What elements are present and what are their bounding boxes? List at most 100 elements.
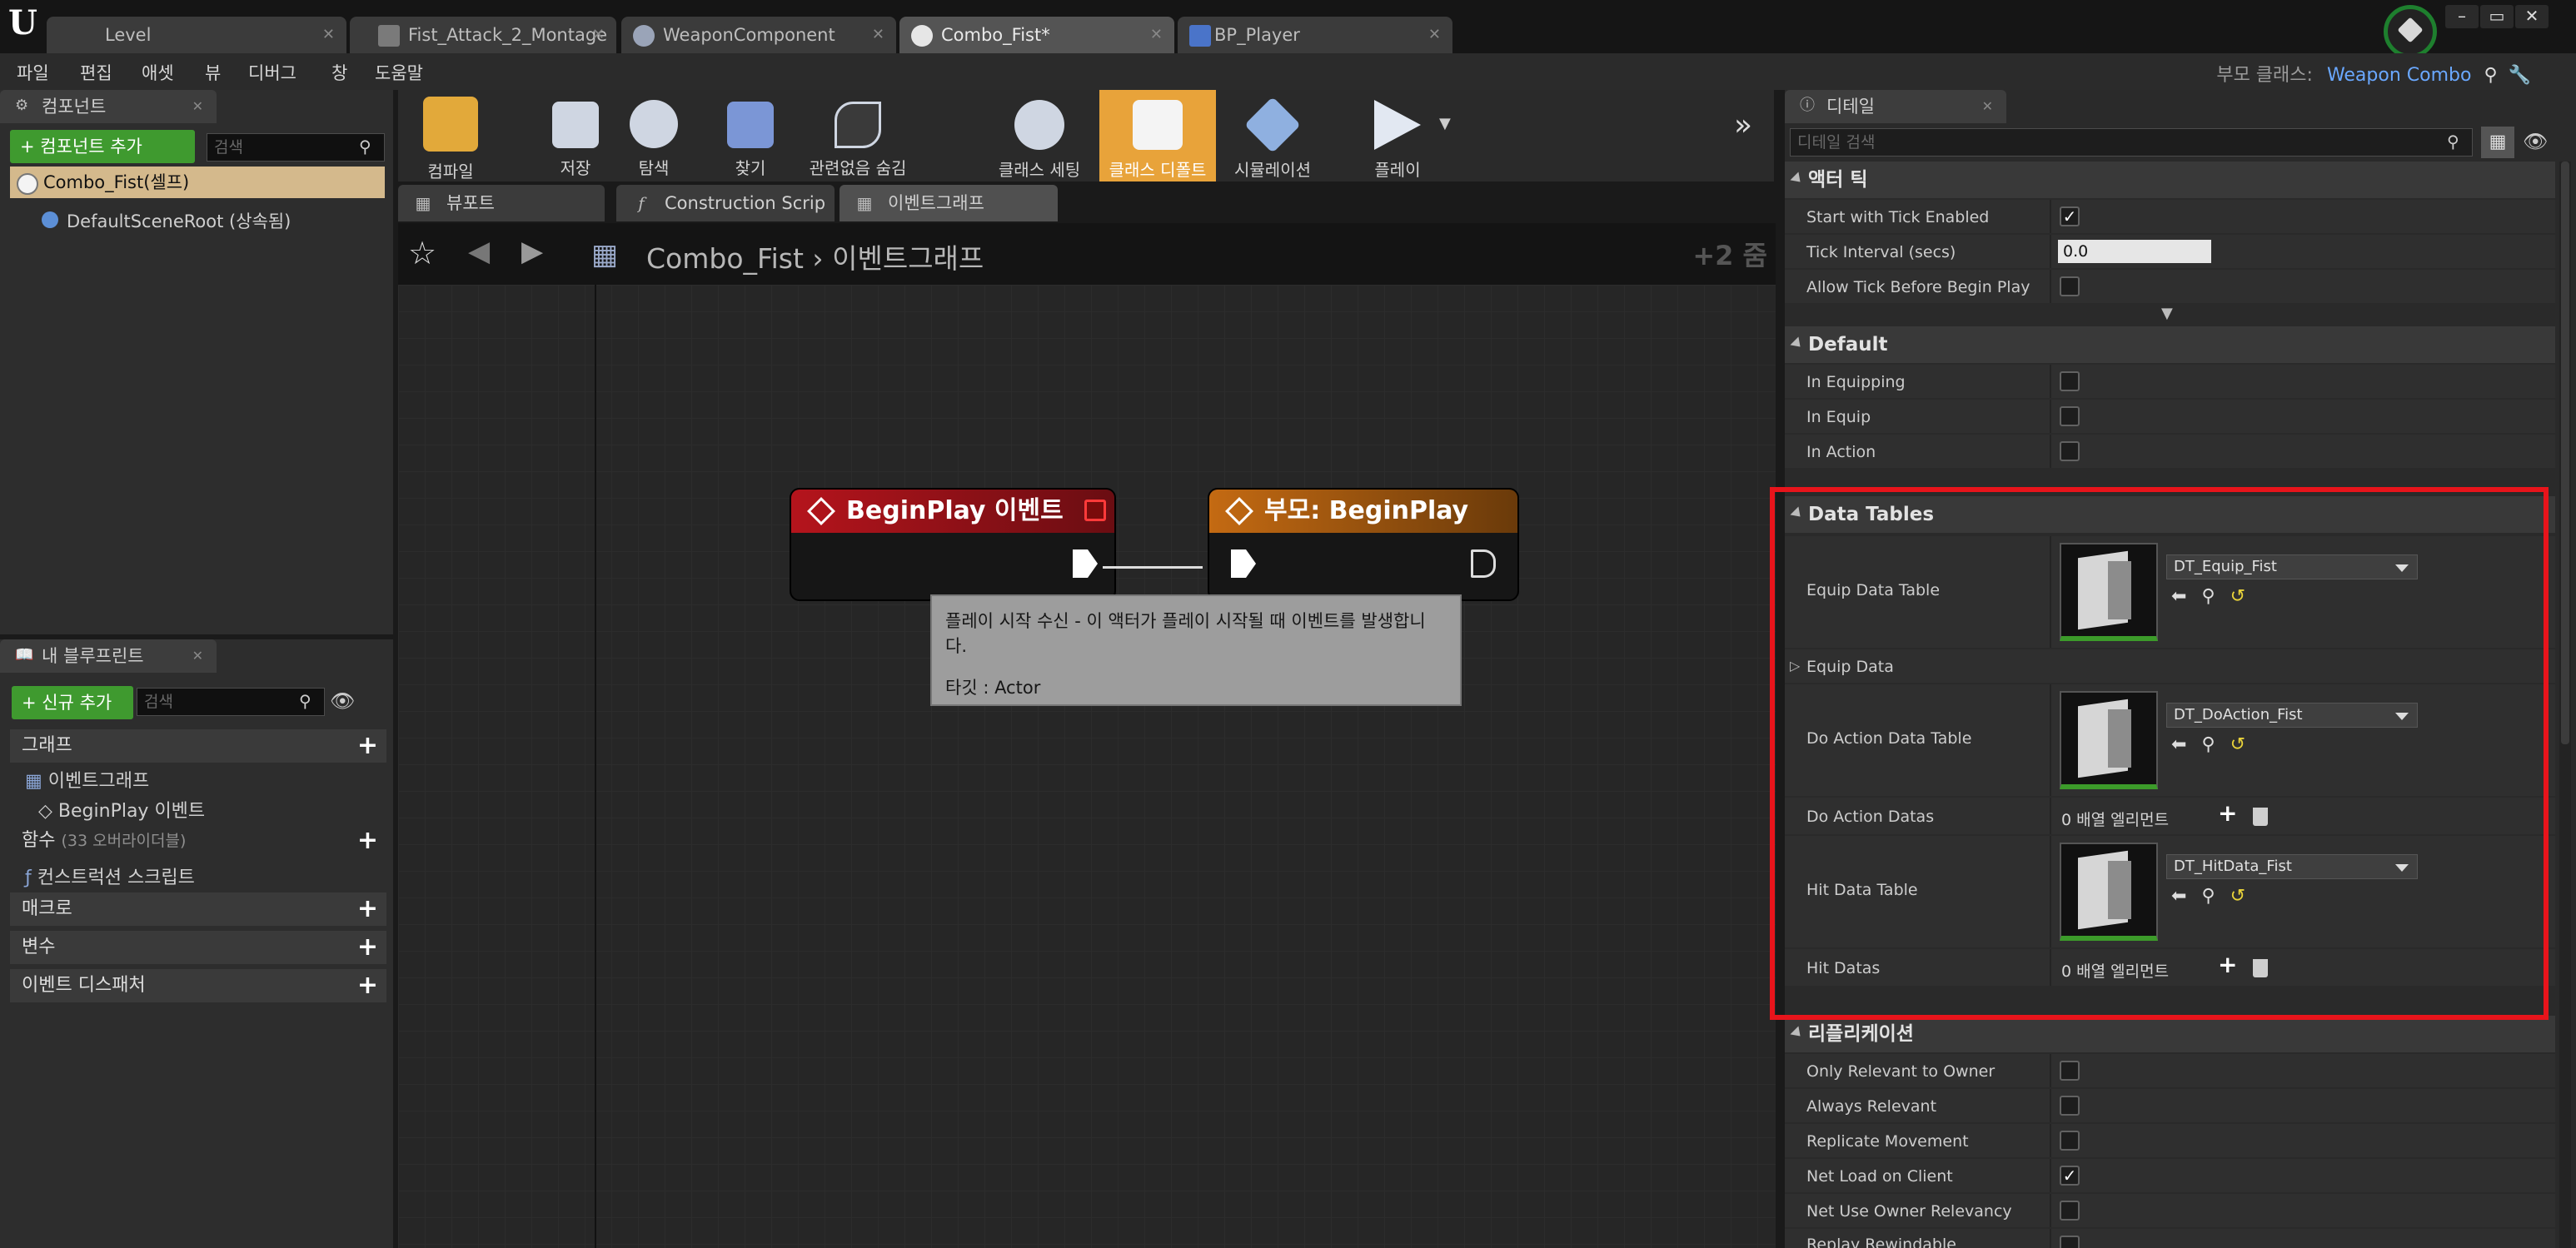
parent-class-link[interactable]: Weapon Combo xyxy=(2327,65,2472,86)
add-variable-icon[interactable]: + xyxy=(357,931,378,964)
category-actor-tick[interactable]: 액터 틱 xyxy=(1785,162,2555,198)
search-icon[interactable]: ⚲ xyxy=(2484,65,2497,86)
close-icon[interactable]: ✕ xyxy=(872,17,884,53)
construction-script-item[interactable]: ƒ 컨스트럭션 스크립트 xyxy=(25,863,195,889)
tab-construction-script[interactable]: f Construction Scrip xyxy=(616,185,835,221)
unreal-marketplace-icon[interactable] xyxy=(2384,5,2437,58)
in-equip-checkbox[interactable] xyxy=(2060,406,2080,426)
tab-level[interactable]: Level ✕ xyxy=(47,17,346,53)
star-icon[interactable]: ☆ xyxy=(408,235,436,271)
tab-weapon-component[interactable]: WeaponComponent ✕ xyxy=(621,17,896,53)
category-default[interactable]: Default xyxy=(1785,326,2555,363)
category-replication[interactable]: 리플리케이션 xyxy=(1785,1016,2555,1052)
minimize-button[interactable]: – xyxy=(2445,5,2479,28)
section-variables[interactable]: 변수 + xyxy=(10,931,386,964)
play-button[interactable]: 플레이 xyxy=(1356,90,1439,181)
menu-debug[interactable]: 디버그 xyxy=(248,60,296,85)
components-tab[interactable]: ⚙ 컴포넌트 ✕ xyxy=(0,90,217,123)
add-dispatcher-icon[interactable]: + xyxy=(357,969,378,1002)
close-icon[interactable]: ✕ xyxy=(1428,17,1441,53)
back-arrow-icon[interactable]: ◀ xyxy=(468,235,490,268)
simulation-button[interactable]: 시뮬레이션 xyxy=(1223,90,1323,181)
component-search-input[interactable]: 검색 ⚲ xyxy=(207,133,385,162)
exec-out-pin[interactable] xyxy=(1073,549,1098,578)
replicate-movement-checkbox[interactable] xyxy=(2060,1131,2080,1151)
close-icon[interactable]: ✕ xyxy=(322,17,335,53)
add-graph-icon[interactable]: + xyxy=(357,729,378,763)
section-dispatchers-label: 이벤트 디스패처 xyxy=(22,975,146,996)
add-function-icon[interactable]: + xyxy=(357,824,378,858)
menu-edit[interactable]: 편집 xyxy=(80,60,112,85)
in-equipping-checkbox[interactable] xyxy=(2060,371,2080,391)
restore-button[interactable]: ▭ xyxy=(2480,5,2514,28)
eye-icon[interactable]: 👁 xyxy=(330,689,355,713)
close-icon[interactable]: ✕ xyxy=(192,639,203,673)
component-root-item[interactable]: Combo_Fist(셀프) xyxy=(10,167,385,198)
replay-rewindable-checkbox[interactable] xyxy=(2060,1236,2080,1248)
default-scene-root-item[interactable]: DefaultSceneRoot (상속됨) xyxy=(42,208,291,233)
blueprint-search-input[interactable]: 검색 ⚲ xyxy=(137,688,325,716)
add-component-button[interactable]: + 컴포넌트 추가 xyxy=(10,130,195,163)
my-blueprint-tab[interactable]: 📖 내 블루프린트 ✕ xyxy=(0,639,217,673)
menu-help[interactable]: 도움말 xyxy=(375,60,423,85)
menu-window[interactable]: 창 xyxy=(331,60,347,85)
browse-button[interactable]: 탐색 xyxy=(616,90,691,181)
property-matrix-icon[interactable]: ▦ xyxy=(2481,127,2514,158)
event-graph-item[interactable]: ▦ 이벤트그래프 xyxy=(25,766,149,793)
always-relevant-checkbox[interactable] xyxy=(2060,1096,2080,1116)
close-icon[interactable]: ✕ xyxy=(592,17,605,53)
breadcrumb-asset[interactable]: Combo_Fist xyxy=(646,242,804,275)
parent-begin-play-node[interactable]: 부모: BeginPlay xyxy=(1208,488,1519,601)
delegate-pin-icon[interactable] xyxy=(1084,500,1106,521)
net-use-owner-checkbox[interactable] xyxy=(2060,1201,2080,1221)
close-icon[interactable]: ✕ xyxy=(1982,90,1993,123)
section-graphs[interactable]: 그래프 + xyxy=(10,729,386,763)
menu-file[interactable]: 파일 xyxy=(17,60,49,85)
close-window-button[interactable]: ✕ xyxy=(2515,5,2549,28)
class-defaults-button[interactable]: 클래스 디폴트 xyxy=(1099,90,1216,181)
scrollbar-thumb[interactable] xyxy=(2561,162,2569,744)
wrench-icon[interactable]: 🔧 xyxy=(2509,65,2531,86)
class-settings-button[interactable]: 클래스 세팅 xyxy=(989,90,1089,181)
details-search-input[interactable]: 디테일 검색 ⚲ xyxy=(1790,128,2473,157)
add-macro-icon[interactable]: + xyxy=(357,892,378,926)
save-button[interactable]: 저장 xyxy=(538,90,613,181)
save-label: 저장 xyxy=(560,158,591,178)
details-scrollbar[interactable] xyxy=(2559,162,2571,1248)
menu-asset[interactable]: 애셋 xyxy=(142,60,174,85)
play-options-dropdown-icon[interactable]: ▼ xyxy=(1439,115,1451,132)
allow-tick-checkbox[interactable] xyxy=(2060,276,2080,296)
expand-advanced-icon[interactable]: ▼ xyxy=(2161,305,2173,322)
in-action-checkbox[interactable] xyxy=(2060,441,2080,461)
tab-bp-player[interactable]: BP_Player ✕ xyxy=(1178,17,1452,53)
section-macros[interactable]: 매크로 + xyxy=(10,892,386,926)
hide-unrelated-button[interactable]: 관련없음 숨김 xyxy=(791,90,924,181)
eye-icon[interactable]: 👁 xyxy=(2523,130,2548,153)
tab-event-graph[interactable]: ▦ 이벤트그래프 xyxy=(840,185,1058,221)
exec-out-pin-hollow[interactable] xyxy=(1471,549,1496,578)
tick-interval-input[interactable]: 0.0 xyxy=(2058,240,2211,263)
tab-fist-attack-montage[interactable]: Fist_Attack_2_Montage ✕ xyxy=(350,17,616,53)
event-graph-canvas[interactable]: BeginPlay 이벤트 부모: BeginPlay xyxy=(398,285,1776,1248)
begin-play-event-node[interactable]: BeginPlay 이벤트 xyxy=(790,488,1116,601)
net-load-checkbox[interactable]: ✓ xyxy=(2060,1166,2080,1186)
section-functions[interactable]: 함수 (33 오버라이더블) + xyxy=(10,824,386,858)
breadcrumb-graph[interactable]: 이벤트그래프 xyxy=(832,242,984,275)
exec-in-pin[interactable] xyxy=(1231,549,1256,578)
only-relevant-checkbox[interactable] xyxy=(2060,1061,2080,1081)
column-divider xyxy=(2050,1194,2051,1227)
add-new-button[interactable]: + 신규 추가 xyxy=(12,686,133,719)
section-event-dispatchers[interactable]: 이벤트 디스패처 + xyxy=(10,969,386,1002)
start-with-tick-checkbox[interactable]: ✓ xyxy=(2060,206,2080,226)
close-icon[interactable]: ✕ xyxy=(192,90,203,123)
forward-arrow-icon[interactable]: ▶ xyxy=(521,235,543,268)
toolbar-overflow-icon[interactable]: » xyxy=(1734,108,1752,142)
details-tab[interactable]: ⓘ 디테일 ✕ xyxy=(1785,90,2006,123)
find-button[interactable]: 찾기 xyxy=(713,90,788,181)
begin-play-event-item[interactable]: ◇ BeginPlay 이벤트 xyxy=(38,796,205,823)
compile-button[interactable]: 컴파일 xyxy=(405,90,496,181)
tab-combo-fist[interactable]: Combo_Fist* ✕ xyxy=(899,17,1174,53)
menu-view[interactable]: 뷰 xyxy=(205,60,221,85)
close-icon[interactable]: ✕ xyxy=(1150,17,1163,53)
tab-viewport[interactable]: ▦ 뷰포트 xyxy=(398,185,605,221)
